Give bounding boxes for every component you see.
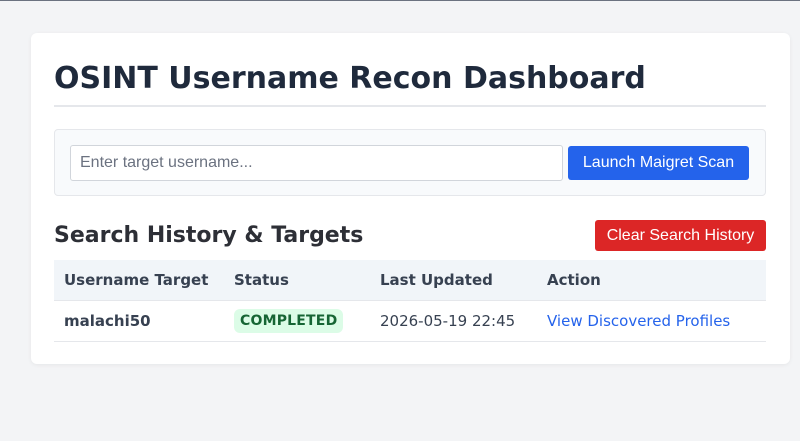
clear-history-button[interactable]: Clear Search History [595,220,766,251]
table-row: malachi50 COMPLETED 2026-05-19 22:45 Vie… [54,300,766,342]
column-header-status: Status [224,260,370,301]
status-cell: COMPLETED [224,300,370,342]
history-section-title: Search History & Targets [54,223,364,248]
history-table: Username Target Status Last Updated Acti… [54,260,766,342]
table-header-row: Username Target Status Last Updated Acti… [54,260,766,301]
action-cell: View Discovered Profiles [537,300,766,342]
username-input[interactable] [70,145,563,181]
page-title: OSINT Username Recon Dashboard [54,61,646,96]
column-header-action: Action [537,260,766,301]
column-header-username: Username Target [54,260,224,301]
launch-scan-button[interactable]: Launch Maigret Scan [568,146,749,180]
username-cell: malachi50 [54,300,224,342]
column-header-last-updated: Last Updated [370,260,537,301]
title-divider [54,105,766,107]
status-badge: COMPLETED [234,308,344,333]
scan-panel: Launch Maigret Scan [54,129,766,196]
view-profiles-link[interactable]: View Discovered Profiles [547,312,730,330]
dashboard-card: OSINT Username Recon Dashboard Launch Ma… [31,33,790,364]
last-updated-cell: 2026-05-19 22:45 [370,300,537,342]
